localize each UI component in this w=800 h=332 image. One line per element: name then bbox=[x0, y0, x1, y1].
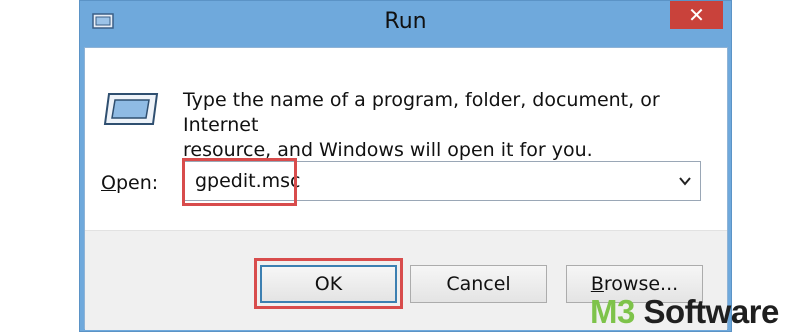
description-text: Type the name of a program, folder, docu… bbox=[183, 88, 723, 163]
m3-software-watermark: M3 Software bbox=[590, 293, 779, 331]
watermark-software: Software bbox=[634, 293, 780, 330]
dialog-body: Type the name of a program, folder, docu… bbox=[84, 47, 728, 330]
run-dialog: Run ✕ Type the name of a program, folder… bbox=[79, 0, 732, 332]
cancel-button[interactable]: Cancel bbox=[410, 265, 547, 303]
close-icon: ✕ bbox=[688, 3, 705, 27]
run-icon bbox=[103, 93, 159, 125]
open-label-mnemonic: O bbox=[101, 172, 116, 194]
open-label: Open: bbox=[101, 172, 158, 194]
chevron-down-icon[interactable] bbox=[678, 174, 692, 188]
description-line-2: resource, and Windows will open it for y… bbox=[183, 139, 593, 161]
title-bar[interactable]: Run ✕ bbox=[80, 1, 731, 47]
browse-label-rest: rowse... bbox=[603, 273, 679, 295]
ok-button[interactable]: OK bbox=[260, 265, 397, 303]
description-line-1: Type the name of a program, folder, docu… bbox=[183, 89, 660, 136]
open-label-rest: pen: bbox=[115, 172, 159, 194]
window-title: Run bbox=[384, 9, 427, 34]
open-combobox[interactable]: gpedit.msc bbox=[182, 161, 701, 201]
close-button[interactable]: ✕ bbox=[670, 1, 723, 29]
watermark-m3: M3 bbox=[590, 293, 635, 330]
browse-mnemonic: B bbox=[590, 273, 604, 295]
open-input[interactable]: gpedit.msc bbox=[195, 170, 301, 192]
